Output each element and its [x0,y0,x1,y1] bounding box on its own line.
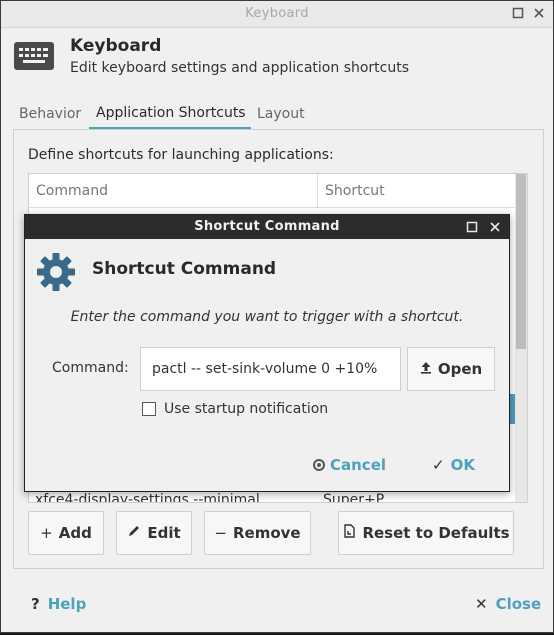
checkmark-icon: ✓ [432,456,445,474]
tab-layout[interactable]: Layout [257,106,305,122]
maximize-icon[interactable] [511,7,525,21]
help-icon: ? [31,595,40,613]
shortcut-command-dialog: Shortcut Command Shortcut Command Enter … [24,214,510,492]
window-title: Keyboard [245,6,309,21]
cancel-button[interactable]: Cancel [313,456,386,474]
startup-notification-checkbox[interactable] [142,402,156,416]
dialog-heading: Shortcut Command [92,259,277,279]
minus-icon: − [214,524,227,542]
table-scrollbar[interactable] [515,174,527,502]
command-input[interactable]: pactl -- set-sink-volume 0 +10% [140,347,401,391]
close-button[interactable]: ✕ Close [475,595,541,613]
page-title: Keyboard [70,36,162,56]
column-header-command[interactable]: Command [29,174,318,208]
page-subtitle: Edit keyboard settings and application s… [70,60,410,76]
keyboard-window: Keyboard Keyboard Edit keyboard settings… [0,0,554,633]
window-titlebar[interactable]: Keyboard [1,1,553,28]
reset-icon [342,524,356,542]
add-button[interactable]: + Add [28,511,104,555]
remove-button[interactable]: − Remove [204,511,311,555]
table-row-command[interactable]: xfce4-display-settings --minimal [35,492,260,502]
open-button[interactable]: Open [407,347,495,391]
dialog-titlebar[interactable]: Shortcut Command [25,215,509,239]
ok-button-label: OK [450,456,475,474]
remove-button-label: Remove [232,524,301,542]
reset-button-label: Reset to Defaults [362,524,510,542]
shortcuts-panel-label: Define shortcuts for launching applicati… [28,147,334,163]
help-label: Help [47,595,87,613]
table-row-shortcut[interactable]: Super+P [323,492,384,502]
dialog-close-icon[interactable] [489,218,501,237]
pencil-icon [127,524,141,542]
cancel-icon [313,459,325,471]
help-button[interactable]: ? Help [31,595,86,613]
open-button-label: Open [437,360,483,378]
cancel-button-label: Cancel [330,456,387,474]
startup-notification-label[interactable]: Use startup notification [164,401,328,417]
edit-button[interactable]: Edit [116,511,192,555]
reset-to-defaults-button[interactable]: Reset to Defaults [338,511,514,555]
dialog-description: Enter the command you want to trigger wi… [70,309,464,325]
tab-application-shortcuts[interactable]: Application Shortcuts [96,105,246,121]
gear-icon [35,251,77,293]
keyboard-icon [13,41,55,71]
edit-button-label: Edit [147,524,181,542]
upload-icon [420,360,432,378]
tab-behavior[interactable]: Behavior [19,106,81,122]
ok-button[interactable]: ✓ OK [432,456,475,474]
dialog-title: Shortcut Command [194,219,340,234]
column-header-shortcut[interactable]: Shortcut [318,174,516,208]
plus-icon: + [40,524,53,542]
command-label: Command: [52,360,129,376]
dialog-maximize-icon[interactable] [466,218,478,237]
close-label: Close [495,595,542,613]
table-scrollbar-thumb[interactable] [516,174,526,349]
close-icon: ✕ [475,595,488,613]
add-button-label: Add [58,524,92,542]
close-icon[interactable] [532,7,546,21]
